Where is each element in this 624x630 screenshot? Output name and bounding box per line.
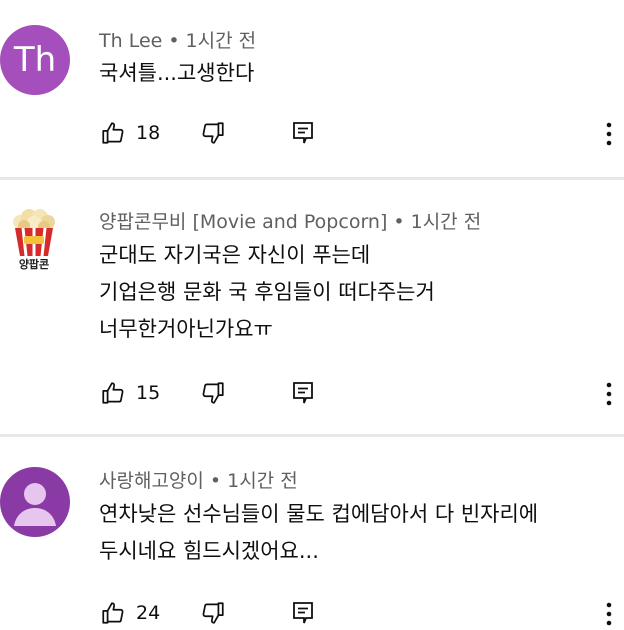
reply-icon: [293, 382, 313, 404]
comment-1: Th Th Lee • 1시간 전 국셔틀...고생한다 18: [0, 0, 624, 180]
like-count: 24: [136, 602, 161, 624]
reply-button[interactable]: [291, 120, 315, 146]
reply-icon: [293, 602, 313, 624]
separator-dot: •: [168, 30, 180, 52]
reply-button[interactable]: [291, 380, 315, 406]
avatar-label: 양팝콘: [18, 258, 50, 271]
avatar[interactable]: 양팝콘: [10, 208, 58, 271]
comment-actions: 18: [0, 116, 624, 150]
more-vert-icon: [606, 382, 612, 406]
thumbs-up-icon: [102, 382, 124, 404]
like-button[interactable]: 15: [100, 376, 160, 410]
thumbs-down-icon: [202, 382, 224, 404]
reply-icon: [293, 122, 313, 144]
comment-actions: 24: [0, 596, 624, 630]
thumbs-up-icon: [102, 122, 124, 144]
dislike-button[interactable]: [200, 380, 226, 406]
comment-3: 사랑해고양이 • 1시간 전 연차낮은 선수님들이 물도 컵에담아서 다 빈자리에 …: [0, 437, 624, 626]
like-count: 15: [136, 382, 161, 404]
comment-header: 사랑해고양이 • 1시간 전: [99, 466, 298, 493]
comment-actions: 15: [0, 376, 624, 410]
comment-header: Th Lee • 1시간 전: [99, 26, 256, 53]
like-button[interactable]: 24: [100, 596, 160, 630]
comment-2: 양팝콘 양팝콘무비 [Movie and Popcorn] • 1시간 전 군대도 …: [0, 180, 624, 436]
avatar-initials: Th: [13, 40, 57, 80]
more-options-button[interactable]: [603, 122, 615, 146]
comment-time[interactable]: 1시간 전: [227, 470, 298, 492]
avatar[interactable]: [0, 467, 70, 537]
thumbs-down-icon: [202, 602, 224, 624]
comment-time[interactable]: 1시간 전: [411, 211, 482, 233]
comment-text: 군대도 자기국은 자신이 푸는데 기업은행 문화 국 후임들이 떠다주는거 너무…: [99, 243, 435, 341]
thumbs-down-icon: [202, 122, 224, 144]
comment-author[interactable]: 양팝콘무비 [Movie and Popcorn]: [99, 211, 387, 233]
more-vert-icon: [606, 122, 612, 146]
separator-dot: •: [209, 470, 222, 492]
separator-dot: •: [393, 211, 405, 233]
comment-time[interactable]: 1시간 전: [186, 30, 257, 52]
thumbs-up-icon: [102, 602, 124, 624]
more-options-button[interactable]: [603, 382, 615, 406]
dislike-button[interactable]: [200, 120, 226, 146]
like-count: 18: [136, 122, 161, 144]
more-vert-icon: [606, 602, 612, 626]
default-user-icon: [14, 483, 56, 526]
comment-text: 국셔틀...고생한다: [99, 61, 255, 85]
comment-author[interactable]: 사랑해고양이: [99, 470, 204, 492]
popcorn-logo-icon: [13, 209, 55, 257]
avatar[interactable]: Th: [0, 25, 70, 95]
comment-header: 양팝콘무비 [Movie and Popcorn] • 1시간 전: [99, 207, 481, 234]
like-button[interactable]: 18: [100, 116, 160, 150]
comment-author[interactable]: Th Lee: [99, 30, 162, 52]
dislike-button[interactable]: [200, 600, 226, 626]
comment-text: 연차낮은 선수님들이 물도 컵에담아서 다 빈자리에 두시네요 힘드시겠어요..…: [99, 502, 539, 563]
reply-button[interactable]: [291, 600, 315, 626]
more-options-button[interactable]: [603, 602, 615, 626]
